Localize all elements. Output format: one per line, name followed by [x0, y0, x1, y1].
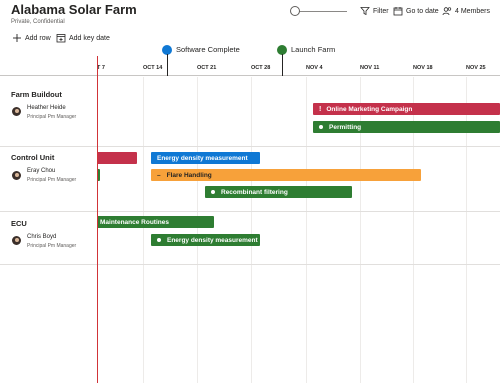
- date-label: NOV 18: [413, 65, 433, 71]
- plus-icon: [13, 34, 21, 42]
- avatar: [12, 171, 21, 180]
- timeline-axis: Software Complete Launch Farm T 7 OCT 14…: [0, 44, 500, 76]
- filter-label: Filter: [373, 7, 389, 15]
- zoom-slider[interactable]: [290, 6, 347, 16]
- person-name: Chris Boyd: [27, 234, 57, 240]
- task-label: Online Marketing Campaign: [326, 105, 413, 113]
- calendar-icon: [393, 7, 403, 16]
- person-role: Principal Pm Manager: [27, 114, 77, 120]
- members-button[interactable]: 4 Members: [442, 5, 490, 17]
- task-bar[interactable]: ! Online Marketing Campaign: [313, 103, 500, 115]
- people-icon: [442, 7, 452, 16]
- page-title: Alabama Solar Farm: [11, 2, 137, 17]
- date-label: OCT 14: [143, 65, 163, 71]
- today-line: [97, 56, 98, 383]
- task-label: Flare Handling: [166, 171, 212, 179]
- group-farm-buildout: Farm Buildout Heather Heide Principal Pm…: [0, 77, 500, 147]
- task-label: Recombinant filtering: [221, 188, 288, 196]
- add-row-label: Add row: [25, 34, 51, 42]
- date-label: NOV 11: [360, 65, 380, 71]
- page-subtitle: Private, Confidential: [11, 19, 65, 25]
- task-bar[interactable]: [97, 152, 137, 164]
- task-bar[interactable]: Energy density measurement: [151, 152, 260, 164]
- task-bar[interactable]: – Flare Handling: [151, 169, 421, 181]
- go-to-date-label: Go to date: [406, 7, 439, 15]
- zoom-thumb[interactable]: [290, 6, 300, 16]
- group-control-unit: Control Unit Eray Chou Principal Pm Mana…: [0, 147, 500, 212]
- members-label: 4 Members: [455, 7, 491, 15]
- add-key-date-label: Add key date: [69, 34, 110, 42]
- dot-icon: [211, 190, 215, 194]
- task-bar[interactable]: Maintenance Routines: [97, 216, 214, 228]
- calendar-add-icon: [56, 34, 66, 43]
- date-label: OCT 28: [251, 65, 271, 71]
- task-bar[interactable]: Recombinant filtering: [205, 186, 352, 198]
- task-label: Energy density measurement: [167, 236, 258, 244]
- date-label: OCT 21: [197, 65, 217, 71]
- zoom-track: [294, 11, 347, 12]
- add-key-date-button[interactable]: Add key date: [56, 32, 110, 44]
- go-to-date-button[interactable]: Go to date: [393, 5, 439, 17]
- alert-icon: !: [319, 105, 322, 113]
- task-bar[interactable]: Energy density measurement: [151, 234, 260, 246]
- dash-icon: –: [157, 171, 161, 179]
- avatar: [12, 107, 21, 116]
- person-name: Heather Heide: [27, 105, 66, 111]
- group-name: Control Unit: [11, 153, 55, 162]
- milestone-line: [281, 54, 283, 76]
- person-name: Eray Chou: [27, 168, 56, 174]
- task-label: Permitting: [329, 123, 362, 131]
- group-name: Farm Buildout: [11, 90, 62, 99]
- date-label: NOV 25: [466, 65, 486, 71]
- dot-icon: [319, 125, 323, 129]
- milestone-label: Software Complete: [176, 45, 240, 54]
- avatar: [12, 236, 21, 245]
- milestone-label: Launch Farm: [291, 45, 336, 54]
- milestone-line: [166, 54, 168, 76]
- dot-icon: [157, 238, 161, 242]
- timeline-grid: Farm Buildout Heather Heide Principal Pm…: [0, 77, 500, 383]
- group-ecu: ECU Chris Boyd Principal Pm Manager Main…: [0, 212, 500, 265]
- date-label: NOV 4: [306, 65, 323, 71]
- person-role: Principal Pm Manager: [27, 177, 77, 183]
- person-role: Principal Pm Manager: [27, 243, 77, 249]
- add-row-button[interactable]: Add row: [12, 32, 51, 44]
- task-label: Energy density measurement: [157, 154, 248, 162]
- date-label: T 7: [97, 65, 105, 71]
- task-label: Maintenance Routines: [100, 218, 169, 226]
- group-name: ECU: [11, 219, 27, 228]
- filter-icon: [360, 7, 370, 16]
- filter-button[interactable]: Filter: [360, 5, 389, 17]
- task-bar[interactable]: Permitting: [313, 121, 500, 133]
